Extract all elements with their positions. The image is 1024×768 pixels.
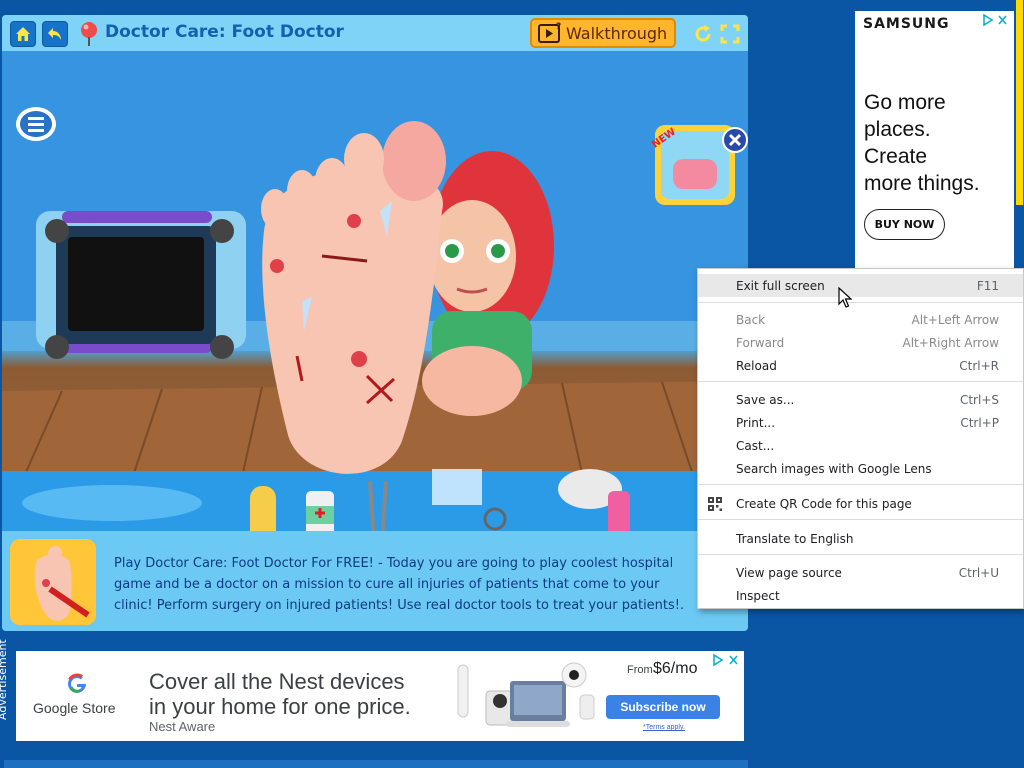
advertisement-label: Advertisement bbox=[0, 639, 9, 720]
google-g-icon bbox=[68, 673, 86, 693]
context-menu: Exit full screen F11 Back Alt+Left Arrow… bbox=[697, 268, 1024, 609]
nest-devices-image bbox=[457, 662, 595, 727]
bottom-ad[interactable]: Google Store Cover all the Nest devices … bbox=[16, 651, 744, 741]
menu-separator bbox=[698, 519, 1023, 520]
next-panel-edge bbox=[4, 760, 748, 768]
home-button[interactable] bbox=[10, 21, 36, 47]
game-scene bbox=[2, 51, 748, 531]
menu-item-create-qr-code[interactable]: Create QR Code for this page bbox=[698, 492, 1023, 515]
menu-separator bbox=[698, 484, 1023, 485]
svg-text:?: ? bbox=[556, 22, 561, 32]
home-icon bbox=[16, 27, 30, 41]
menu-item-inspect[interactable]: Inspect bbox=[698, 584, 1023, 607]
qr-code-icon bbox=[708, 497, 722, 511]
walkthrough-label: Walkthrough bbox=[566, 23, 668, 43]
scrollbar-thumb[interactable] bbox=[1016, 0, 1023, 205]
back-button[interactable] bbox=[42, 21, 68, 47]
play-icon: ? bbox=[538, 22, 561, 43]
google-store-label: Google Store bbox=[33, 700, 116, 716]
game-title: Doctor Care: Foot Doctor bbox=[105, 22, 344, 42]
menu-item-save-as[interactable]: Save as... Ctrl+S bbox=[698, 388, 1023, 411]
fullscreen-icon[interactable] bbox=[720, 24, 740, 44]
advertisement-label-container: Advertisement bbox=[0, 639, 14, 740]
walkthrough-button[interactable]: ? Walkthrough bbox=[530, 18, 676, 48]
pin-icon bbox=[81, 22, 97, 46]
game-canvas[interactable]: NEW bbox=[2, 51, 748, 531]
menu-item-cast[interactable]: Cast... bbox=[698, 434, 1023, 457]
nest-aware-label: Nest Aware bbox=[149, 719, 216, 734]
menu-list-icon[interactable] bbox=[14, 104, 58, 144]
game-info: Play Doctor Care: Foot Doctor For FREE! … bbox=[2, 531, 748, 631]
adchoices-icon[interactable] bbox=[982, 13, 1010, 27]
nest-headline: Cover all the Nest devices in your home … bbox=[149, 669, 411, 719]
back-arrow-icon bbox=[48, 28, 61, 40]
menu-separator bbox=[698, 302, 1023, 303]
cursor-icon bbox=[838, 287, 852, 308]
foot-thumbnail-image bbox=[10, 539, 96, 625]
game-header: Doctor Care: Foot Doctor ? Walkthrough bbox=[2, 15, 748, 51]
samsung-headline: Go more places. Create more things. bbox=[864, 91, 980, 195]
price-label: $6/mo bbox=[653, 660, 698, 677]
game-thumbnail[interactable] bbox=[10, 539, 96, 625]
menu-item-forward[interactable]: Forward Alt+Right Arrow bbox=[698, 331, 1023, 354]
price-from-label: From bbox=[627, 664, 653, 676]
menu-item-print[interactable]: Print... Ctrl+P bbox=[698, 411, 1023, 434]
menu-separator bbox=[698, 381, 1023, 382]
close-icon[interactable] bbox=[721, 126, 748, 154]
terms-link[interactable]: *Terms apply. bbox=[643, 724, 685, 731]
menu-separator bbox=[698, 554, 1023, 555]
samsung-logo: SAMSUNG bbox=[863, 16, 950, 32]
adchoices-icon[interactable] bbox=[712, 653, 742, 667]
game-panel: Doctor Care: Foot Doctor ? Walkthrough N… bbox=[2, 15, 748, 631]
menu-item-reload[interactable]: Reload Ctrl+R bbox=[698, 354, 1023, 377]
game-description: Play Doctor Care: Foot Doctor For FREE! … bbox=[114, 556, 685, 613]
buy-now-button[interactable]: BUY NOW bbox=[864, 209, 945, 240]
refresh-icon[interactable] bbox=[692, 23, 714, 45]
menu-item-exit-full-screen[interactable]: Exit full screen F11 bbox=[698, 274, 1023, 297]
subscribe-now-button[interactable]: Subscribe now bbox=[606, 695, 720, 719]
menu-item-back[interactable]: Back Alt+Left Arrow bbox=[698, 308, 1023, 331]
right-ad[interactable]: SAMSUNG Go more places. Create more thin… bbox=[855, 11, 1014, 269]
menu-item-search-google-lens[interactable]: Search images with Google Lens bbox=[698, 457, 1023, 480]
menu-item-translate[interactable]: Translate to English bbox=[698, 527, 1023, 550]
menu-item-view-page-source[interactable]: View page source Ctrl+U bbox=[698, 561, 1023, 584]
